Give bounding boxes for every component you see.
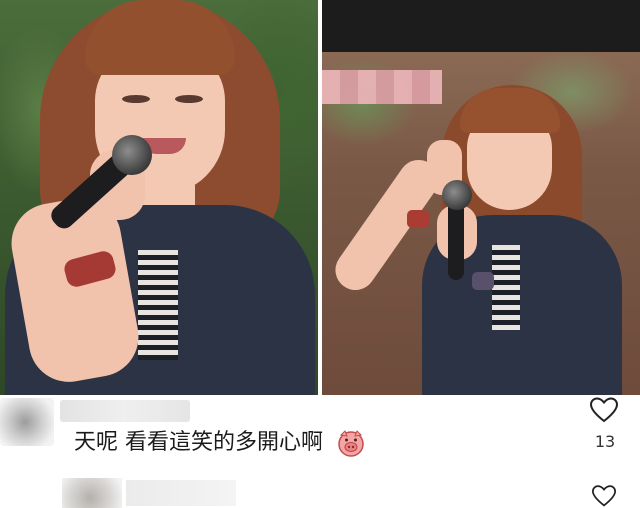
striped-shirt <box>138 250 178 360</box>
striped-shirt-right <box>492 245 520 330</box>
watch <box>472 272 494 290</box>
comment-text: 天呢 看看這笑的多開心啊 <box>74 430 323 455</box>
top-black-bar <box>322 0 640 52</box>
photo-left[interactable] <box>0 0 318 395</box>
like-count: 13 <box>594 432 616 451</box>
like-heart-icon[interactable] <box>589 396 619 424</box>
microphone-head <box>112 135 152 175</box>
username-blurred-2[interactable] <box>126 480 236 506</box>
username-blurred[interactable] <box>60 400 190 422</box>
pig-face-emoji-icon <box>338 430 364 457</box>
wristband-right <box>407 210 429 228</box>
photo-right[interactable] <box>322 0 640 395</box>
avatar-blurred-2[interactable] <box>62 478 122 508</box>
photo-strip <box>0 0 640 395</box>
pixelated-censor <box>322 70 442 104</box>
like-heart-icon-2[interactable] <box>589 484 619 508</box>
bangs-right <box>460 88 560 133</box>
eye-right <box>175 95 203 103</box>
avatar-blurred[interactable] <box>0 398 54 446</box>
eye-left <box>122 95 150 103</box>
microphone-head-right <box>442 180 472 210</box>
